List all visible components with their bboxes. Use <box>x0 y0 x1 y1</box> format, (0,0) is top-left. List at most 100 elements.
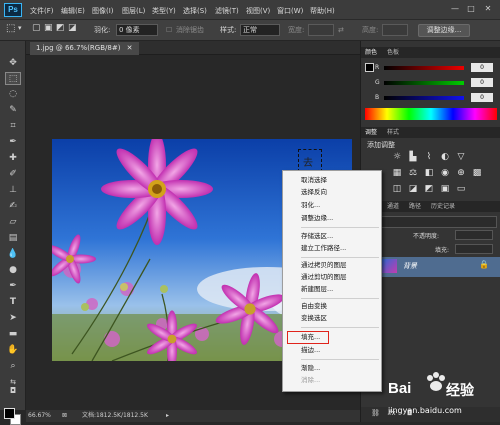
add-selection-icon[interactable]: ▣ <box>44 22 53 35</box>
blue-slider[interactable]: B 0 <box>375 93 495 103</box>
move-tool-icon[interactable]: ✥ <box>5 57 21 70</box>
menu-window[interactable]: 窗口(W) <box>277 5 303 17</box>
close-window-button[interactable]: ✕ <box>481 3 495 15</box>
quick-select-tool-icon[interactable]: ✎ <box>5 104 21 117</box>
menu-item-refine-edge[interactable]: 调整边缘... <box>301 213 333 223</box>
zoom-level[interactable]: 66.67% <box>28 410 51 422</box>
red-value[interactable]: 0 <box>471 63 493 72</box>
color-spectrum-bar[interactable] <box>365 108 497 120</box>
menu-file[interactable]: 文件(F) <box>30 5 54 17</box>
menu-item-new-layer[interactable]: 新建图层... <box>301 284 333 294</box>
height-input[interactable] <box>382 24 408 36</box>
channel-mixer-icon[interactable]: ⊕ <box>455 167 467 179</box>
red-track[interactable] <box>384 66 464 70</box>
marquee-preset-icon[interactable]: ⬚ <box>6 22 15 35</box>
menu-item-make-work-path[interactable]: 建立工作路径... <box>301 243 346 253</box>
menu-view[interactable]: 视图(V) <box>246 5 270 17</box>
clone-stamp-tool-icon[interactable]: ⊥ <box>5 184 21 197</box>
opacity-input[interactable] <box>455 230 493 240</box>
status-arrow-icon[interactable]: ▸ <box>166 410 169 422</box>
green-slider[interactable]: G 0 <box>375 78 495 88</box>
menu-item-save-selection[interactable]: 存储选区... <box>301 231 333 241</box>
tab-swatches[interactable]: 色板 <box>387 47 399 58</box>
document-tab[interactable]: 1.jpg @ 66.7%(RGB/8#) ✕ <box>30 42 139 55</box>
feather-input[interactable]: 0 像素 <box>116 24 158 36</box>
dodge-tool-icon[interactable]: ● <box>5 264 21 277</box>
tab-channels[interactable]: 通道 <box>387 201 399 212</box>
restore-button[interactable]: □ <box>464 3 478 15</box>
menu-select[interactable]: 选择(S) <box>183 5 207 17</box>
subtract-selection-icon[interactable]: ◩ <box>56 22 65 35</box>
menu-item-inverse[interactable]: 选择反向 <box>301 187 327 197</box>
layer-name[interactable]: 背景 <box>403 261 417 271</box>
layer-filter-bar[interactable] <box>365 216 497 228</box>
green-track[interactable] <box>384 81 464 85</box>
refine-edge-button[interactable]: 调整边缘... <box>418 24 470 37</box>
photo-filter-icon[interactable]: ◉ <box>439 167 451 179</box>
menu-layer[interactable]: 图层(L) <box>122 5 145 17</box>
lasso-tool-icon[interactable]: ◌ <box>5 88 21 101</box>
path-select-tool-icon[interactable]: ➤ <box>5 312 21 325</box>
intersect-selection-icon[interactable]: ◪ <box>68 22 77 35</box>
red-slider[interactable]: R 0 <box>375 63 495 73</box>
menu-edit[interactable]: 编辑(E) <box>61 5 85 17</box>
menu-item-fill[interactable]: 填充... <box>301 332 320 342</box>
status-icon[interactable]: ⊠ <box>62 410 67 422</box>
black-white-icon[interactable]: ◧ <box>423 167 435 179</box>
rect-marquee-tool-icon[interactable]: ⬚ <box>5 72 21 85</box>
history-brush-tool-icon[interactable]: ✍ <box>5 200 21 213</box>
type-tool-icon[interactable]: T <box>5 296 21 309</box>
color-lookup-icon[interactable]: ▩ <box>471 167 483 179</box>
quick-mask-icon[interactable]: ◘ <box>5 384 21 397</box>
green-value[interactable]: 0 <box>471 78 493 87</box>
menu-item-last-filter[interactable]: 渐隐... <box>301 363 320 373</box>
levels-icon[interactable]: ▙ <box>407 151 419 163</box>
minimize-button[interactable]: — <box>448 3 462 15</box>
menu-item-feather[interactable]: 羽化... <box>301 200 320 210</box>
new-selection-icon[interactable]: ▢ <box>32 22 41 35</box>
invert-icon[interactable]: ◫ <box>391 183 403 195</box>
hue-saturation-icon[interactable]: ▦ <box>391 167 403 179</box>
fg-color-chip[interactable] <box>365 63 374 72</box>
menu-item-free-transform[interactable]: 自由变换 <box>301 301 327 311</box>
chevron-down-icon[interactable]: ▾ <box>18 22 22 35</box>
tab-paths[interactable]: 路径 <box>409 201 421 212</box>
exposure-icon[interactable]: ◐ <box>439 151 451 163</box>
selective-color-icon[interactable]: ▣ <box>439 183 451 195</box>
tab-color[interactable]: 颜色 <box>365 47 377 58</box>
hand-tool-icon[interactable]: ✋ <box>5 344 21 357</box>
posterize-icon[interactable]: ◪ <box>407 183 419 195</box>
link-layers-icon[interactable]: ⛓ <box>371 409 380 417</box>
eyedropper-tool-icon[interactable]: ✒ <box>5 136 21 149</box>
menu-type[interactable]: 类型(Y) <box>152 5 176 17</box>
gradient-tool-icon[interactable]: ▤ <box>5 232 21 245</box>
threshold-icon[interactable]: ◩ <box>423 183 435 195</box>
menu-item-layer-via-copy[interactable]: 通过拷贝的图层 <box>301 260 347 270</box>
antialias-checkbox[interactable]: ☐ <box>166 24 172 37</box>
menu-item-stroke[interactable]: 描边... <box>301 345 320 355</box>
blur-tool-icon[interactable]: 💧 <box>5 248 21 261</box>
foreground-color-swatch[interactable] <box>4 408 15 419</box>
style-select[interactable]: 正常 <box>240 24 280 36</box>
menu-image[interactable]: 图像(I) <box>92 5 114 17</box>
vibrance-icon[interactable]: ▽ <box>455 151 467 163</box>
tab-styles[interactable]: 样式 <box>387 127 399 138</box>
blue-track[interactable] <box>384 96 464 100</box>
gradient-map-icon[interactable]: ▭ <box>455 183 467 195</box>
zoom-tool-icon[interactable]: ⌕ <box>5 360 21 373</box>
pen-tool-icon[interactable]: ✒ <box>5 280 21 293</box>
menu-item-transform-selection[interactable]: 变换选区 <box>301 313 327 323</box>
color-balance-icon[interactable]: ⚖ <box>407 167 419 179</box>
fill-input[interactable] <box>455 244 493 254</box>
crop-tool-icon[interactable]: ⌗ <box>5 120 21 133</box>
eraser-tool-icon[interactable]: ▱ <box>5 216 21 229</box>
tab-adjustments[interactable]: 调整 <box>365 127 377 138</box>
swap-icon[interactable]: ⇄ <box>338 24 344 37</box>
menu-help[interactable]: 帮助(H) <box>310 5 335 17</box>
brightness-icon[interactable]: ☼ <box>391 151 403 163</box>
close-tab-icon[interactable]: ✕ <box>127 44 133 52</box>
tab-history[interactable]: 历史记录 <box>431 201 455 212</box>
shape-tool-icon[interactable]: ▬ <box>5 328 21 341</box>
blue-value[interactable]: 0 <box>471 93 493 102</box>
healing-brush-tool-icon[interactable]: ✚ <box>5 152 21 165</box>
